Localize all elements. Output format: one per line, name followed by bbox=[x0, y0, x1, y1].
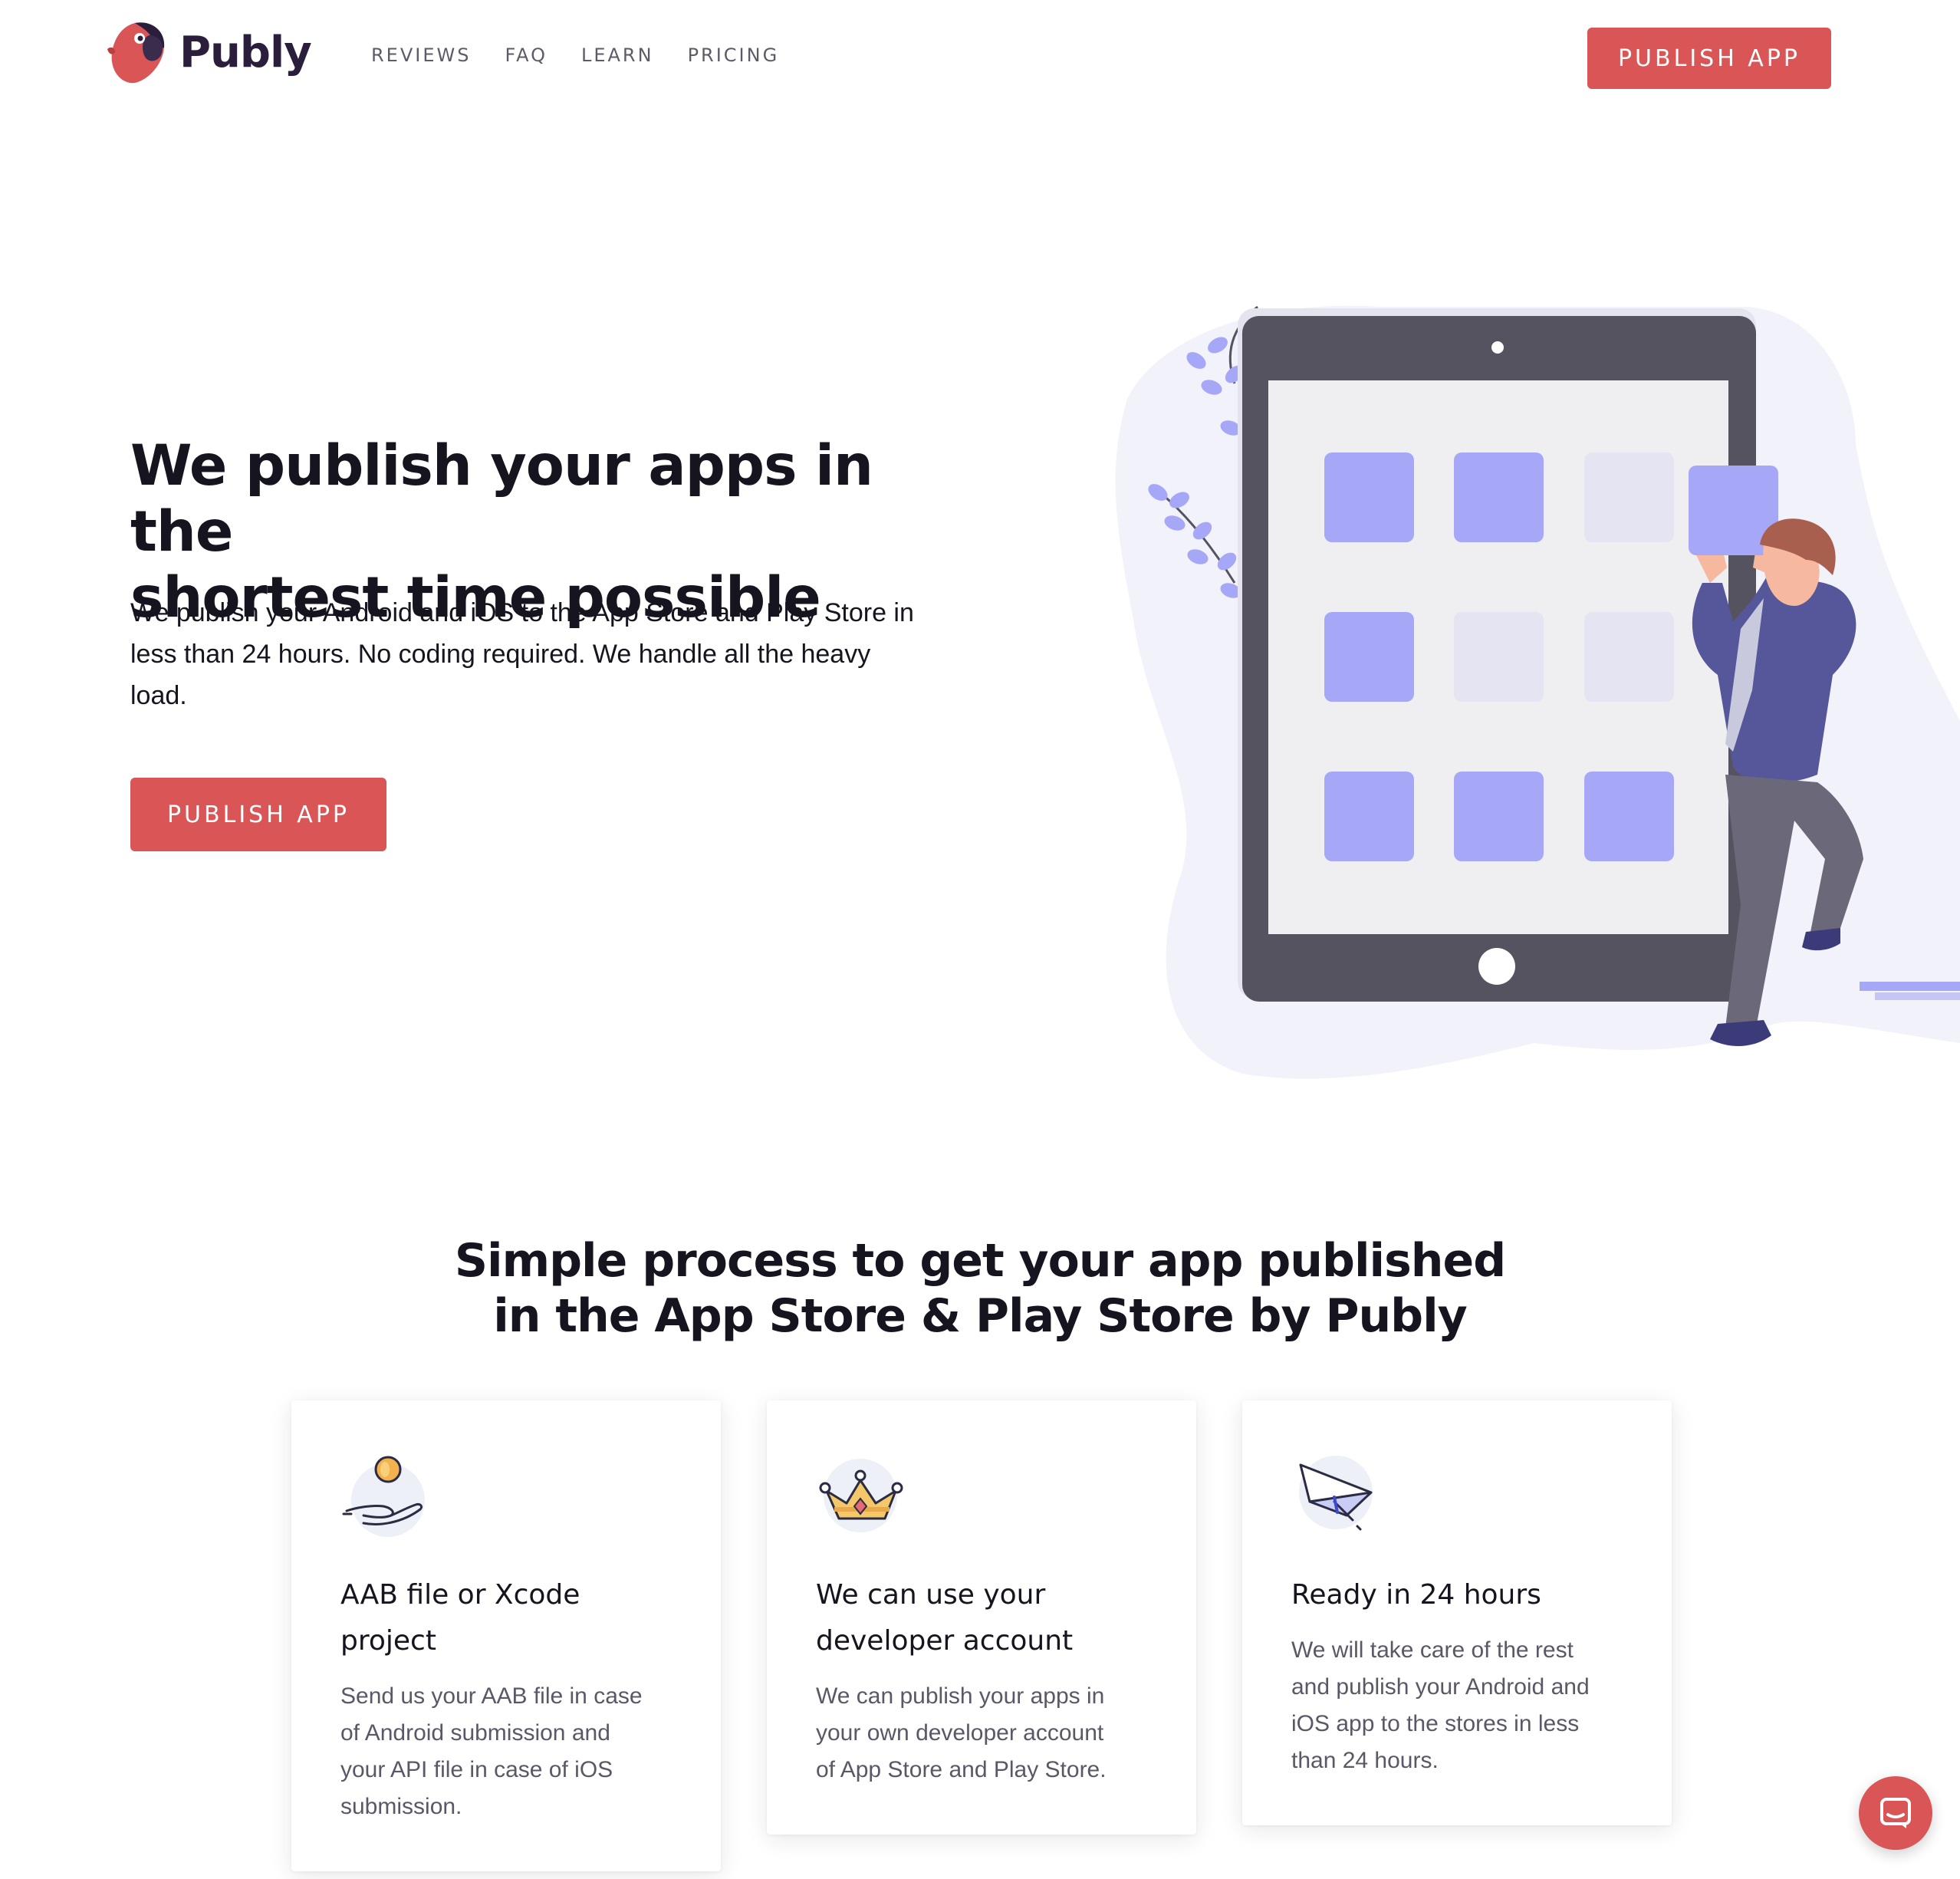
card-text-line: iOS app to the stores in less bbox=[1291, 1711, 1580, 1736]
hero-desc-line: We publish your Android and iOS to the A… bbox=[130, 598, 914, 627]
card-title-line: AAB file or Xcode bbox=[340, 1579, 580, 1611]
section-title-line: Simple process to get your app published bbox=[454, 1234, 1506, 1288]
card-description: Send us your AAB file in case of Android… bbox=[340, 1678, 678, 1825]
header-publish-app-button[interactable]: PUBLISH APP bbox=[1587, 28, 1831, 89]
card-description: We can publish your apps in your own dev… bbox=[816, 1678, 1153, 1789]
section-title-line: in the App Store & Play Store by Publy bbox=[493, 1289, 1468, 1343]
page: Publy REVIEWS FAQ LEARN PRICING PUBLISH … bbox=[0, 0, 1960, 1879]
process-card-developer-account: We can use your developer account We can… bbox=[767, 1400, 1196, 1835]
card-description: We will take care of the rest and publis… bbox=[1291, 1632, 1629, 1779]
crown-icon bbox=[819, 1459, 903, 1532]
process-card-ready-24h: Ready in 24 hours We will take care of t… bbox=[1242, 1400, 1672, 1825]
process-card-aab: AAB file or Xcode project Send us your A… bbox=[291, 1400, 721, 1871]
card-text-line: your own developer account bbox=[816, 1720, 1104, 1746]
card-text-line: of App Store and Play Store. bbox=[816, 1757, 1107, 1782]
chat-widget-button[interactable] bbox=[1859, 1776, 1932, 1850]
tablet-person-illustration bbox=[1115, 305, 1960, 1079]
parrot-logo-icon bbox=[107, 22, 165, 84]
app-tiles bbox=[1324, 452, 1674, 861]
coin-hand-icon bbox=[342, 1456, 425, 1537]
process-section-title: Simple process to get your app published… bbox=[213, 1233, 1747, 1344]
hero-title-line: We publish your apps in the bbox=[130, 433, 873, 564]
card-text-line: Send us your AAB file in case bbox=[340, 1683, 643, 1709]
paper-plane-icon bbox=[1299, 1456, 1373, 1531]
floor-line bbox=[1860, 982, 1960, 991]
chat-icon bbox=[1880, 1798, 1911, 1828]
card-text-line: of Android submission and bbox=[340, 1720, 610, 1746]
card-title: AAB file or Xcode project bbox=[340, 1572, 678, 1664]
nav-reviews-link[interactable]: REVIEWS bbox=[371, 44, 471, 66]
card-text-line: and publish your Android and bbox=[1291, 1674, 1590, 1700]
nav-pricing-link[interactable]: PRICING bbox=[688, 44, 780, 66]
card-text-line: We will take care of the rest bbox=[1291, 1637, 1574, 1663]
hero-publish-app-button[interactable]: PUBLISH APP bbox=[130, 778, 386, 851]
nav-faq-link[interactable]: FAQ bbox=[505, 44, 548, 66]
nav-learn-link[interactable]: LEARN bbox=[581, 44, 654, 66]
card-title-line: Ready in 24 hours bbox=[1291, 1579, 1541, 1611]
brand-logo[interactable]: Publy bbox=[104, 18, 312, 86]
main-nav: REVIEWS FAQ LEARN PRICING bbox=[371, 44, 779, 66]
hero-desc-line: load. bbox=[130, 681, 187, 710]
hero-desc-line: less than 24 hours. No coding required. … bbox=[130, 640, 871, 669]
floor-line-shadow bbox=[1875, 992, 1960, 1000]
site-header: Publy REVIEWS FAQ LEARN PRICING PUBLISH … bbox=[0, 0, 1960, 123]
card-text-line: your API file in case of iOS bbox=[340, 1757, 613, 1782]
tablet-home-button bbox=[1478, 948, 1515, 985]
brand-name: Publy bbox=[179, 27, 312, 77]
card-title: We can use your developer account bbox=[816, 1572, 1153, 1664]
hero-description: We publish your Android and iOS to the A… bbox=[130, 592, 974, 716]
tablet-camera bbox=[1491, 341, 1504, 354]
card-title-line: project bbox=[340, 1625, 436, 1657]
card-text-line: We can publish your apps in bbox=[816, 1683, 1105, 1709]
card-text-line: submission. bbox=[340, 1794, 462, 1819]
card-title-line: We can use your bbox=[816, 1579, 1046, 1611]
card-title-line: developer account bbox=[816, 1625, 1074, 1657]
card-title: Ready in 24 hours bbox=[1291, 1572, 1629, 1618]
card-text-line: than 24 hours. bbox=[1291, 1748, 1439, 1773]
